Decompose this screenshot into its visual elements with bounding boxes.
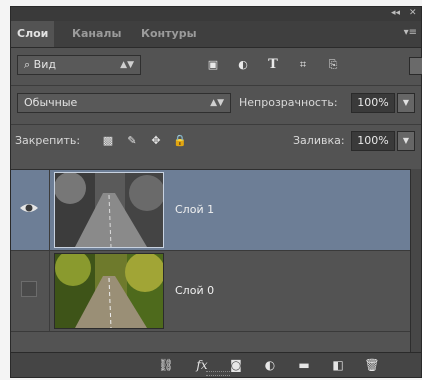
tab-channels[interactable]: Каналы <box>66 21 127 47</box>
lock-row: Закрепить: ▩ ✎ ✥ 🔒 Заливка: 100% ▼ <box>11 131 421 153</box>
collapse-icon[interactable]: ◂◂ <box>391 8 400 18</box>
link-icon[interactable]: ⛓ <box>157 356 175 374</box>
divider <box>11 85 421 86</box>
lock-position-icon[interactable]: ✥ <box>147 131 165 151</box>
lock-label: Закрепить: <box>15 134 81 147</box>
lock-image-pixels-icon[interactable]: ✎ <box>123 131 141 151</box>
layer-thumbnail <box>54 253 164 329</box>
layer-name[interactable]: Слой 0 <box>175 284 214 297</box>
resize-grip[interactable] <box>206 371 230 376</box>
layer-row-0[interactable]: Слой 0 <box>11 251 411 331</box>
fill-label: Заливка: <box>293 134 345 147</box>
bottom-toolbar: ⛓ fx ◙ ◐ ▬ ◧ 🗑 <box>11 352 421 377</box>
blend-mode-select[interactable]: Обычные ▲▼ <box>17 93 231 113</box>
layers-list: Слой 1 Слой 0 <box>11 169 421 356</box>
filter-kind-select[interactable]: ⌕ Вид ▲▼ <box>17 55 141 75</box>
shape-filter-icon[interactable]: ⌗ <box>293 55 313 75</box>
smart-object-filter-icon[interactable]: ⎘ <box>323 55 343 75</box>
adjustment-filter-icon[interactable]: ◐ <box>233 55 253 75</box>
new-layer-icon[interactable]: ◧ <box>329 356 347 374</box>
fill-input[interactable]: 100% <box>351 131 395 151</box>
scrollbar[interactable] <box>410 169 421 355</box>
updown-icon: ▲▼ <box>210 98 224 108</box>
opacity-input[interactable]: 100% <box>351 93 395 113</box>
layer-thumbnail <box>54 172 164 248</box>
folder-icon[interactable]: ▬ <box>295 356 313 374</box>
trash-icon[interactable]: 🗑 <box>363 356 381 374</box>
blend-row: Обычные ▲▼ Непрозрачность: 100% ▼ <box>11 93 421 115</box>
search-icon: ⌕ <box>24 58 34 71</box>
lock-all-icon[interactable]: 🔒 <box>171 131 189 151</box>
opacity-label: Непрозрачность: <box>239 96 338 109</box>
divider <box>11 331 411 332</box>
layer-row-1[interactable]: Слой 1 <box>11 170 411 250</box>
divider <box>11 124 421 125</box>
pixel-filter-icon[interactable]: ▣ <box>203 55 223 75</box>
eye-icon[interactable] <box>17 196 41 220</box>
adjustment-icon[interactable]: ◐ <box>261 356 279 374</box>
visibility-toggle[interactable] <box>21 281 37 297</box>
filter-kind-label: Вид <box>33 58 56 71</box>
panel-title-bar: ◂◂ ✕ <box>11 7 421 21</box>
filter-row: ⌕ Вид ▲▼ ▣ ◐ T ⌗ ⎘ <box>11 55 422 77</box>
layers-panel: ◂◂ ✕ Слои Каналы Контуры ▾≡ ⌕ Вид ▲▼ ▣ ◐… <box>10 6 422 378</box>
lock-transparency-icon[interactable]: ▩ <box>99 131 117 151</box>
close-icon[interactable]: ✕ <box>409 8 417 18</box>
opacity-dropdown-button[interactable]: ▼ <box>397 93 415 113</box>
divider <box>49 170 50 250</box>
tab-paths[interactable]: Контуры <box>135 21 203 47</box>
layer-name[interactable]: Слой 1 <box>175 203 214 216</box>
fill-dropdown-button[interactable]: ▼ <box>397 131 415 151</box>
panel-menu-icon[interactable]: ▾≡ <box>404 27 417 38</box>
panel-tabs: Слои Каналы Контуры ▾≡ <box>11 21 421 48</box>
tab-layers[interactable]: Слои <box>11 21 55 47</box>
type-filter-icon[interactable]: T <box>263 55 283 75</box>
blend-mode-label: Обычные <box>24 96 78 109</box>
filter-toggle[interactable] <box>409 57 422 75</box>
divider <box>49 251 50 331</box>
updown-icon: ▲▼ <box>120 60 134 70</box>
